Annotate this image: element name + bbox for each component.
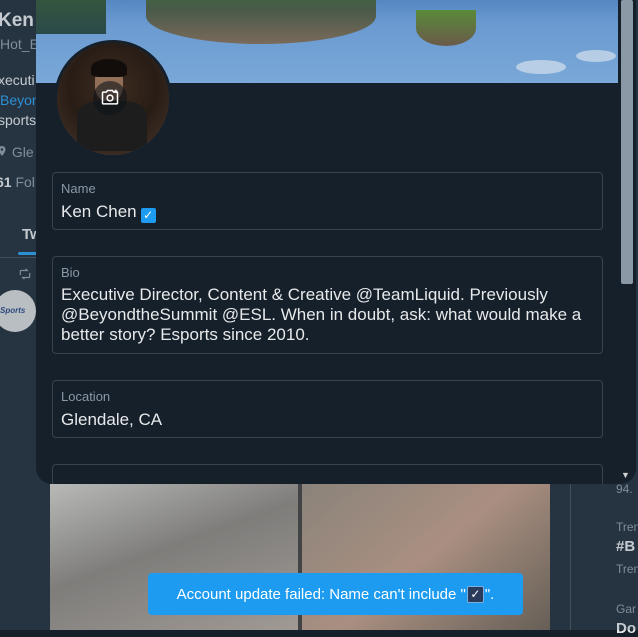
error-toast: Account update failed: Name can't includ…: [148, 573, 523, 615]
add-photo-camera-icon[interactable]: [93, 81, 127, 115]
toast-message-prefix: Account update failed: Name can't includ…: [176, 585, 466, 603]
bio-field[interactable]: Bio Executive Director, Content & Creati…: [52, 256, 603, 354]
scrollbar-thumb[interactable]: [621, 0, 633, 284]
bio-field-value[interactable]: Executive Director, Content & Creative @…: [61, 285, 593, 345]
checkmark-emoji-icon: ✓: [466, 585, 484, 603]
banner-island: [416, 10, 476, 46]
name-field-label: Name: [61, 181, 96, 196]
location-field-value[interactable]: Glendale, CA: [61, 410, 162, 430]
website-field[interactable]: [52, 464, 603, 484]
banner-island: [36, 0, 106, 34]
toast-message-suffix: ".: [484, 585, 495, 603]
name-field-value[interactable]: Ken Chen ✓: [61, 202, 156, 223]
banner-cloud: [516, 60, 566, 74]
banner-cloud: [576, 50, 616, 62]
name-field[interactable]: Name Ken Chen ✓: [52, 172, 603, 230]
banner-island: [146, 0, 376, 44]
scroll-down-arrow-icon[interactable]: ▼: [621, 470, 630, 480]
checkmark-emoji-icon: ✓: [140, 208, 156, 223]
bio-field-label: Bio: [61, 265, 80, 280]
name-input-text: Ken Chen: [61, 202, 137, 221]
location-field[interactable]: Location Glendale, CA: [52, 380, 603, 438]
location-field-label: Location: [61, 389, 111, 404]
edit-profile-modal: ▼ Name Ken Chen ✓ Bio Executive Director,…: [36, 0, 636, 484]
